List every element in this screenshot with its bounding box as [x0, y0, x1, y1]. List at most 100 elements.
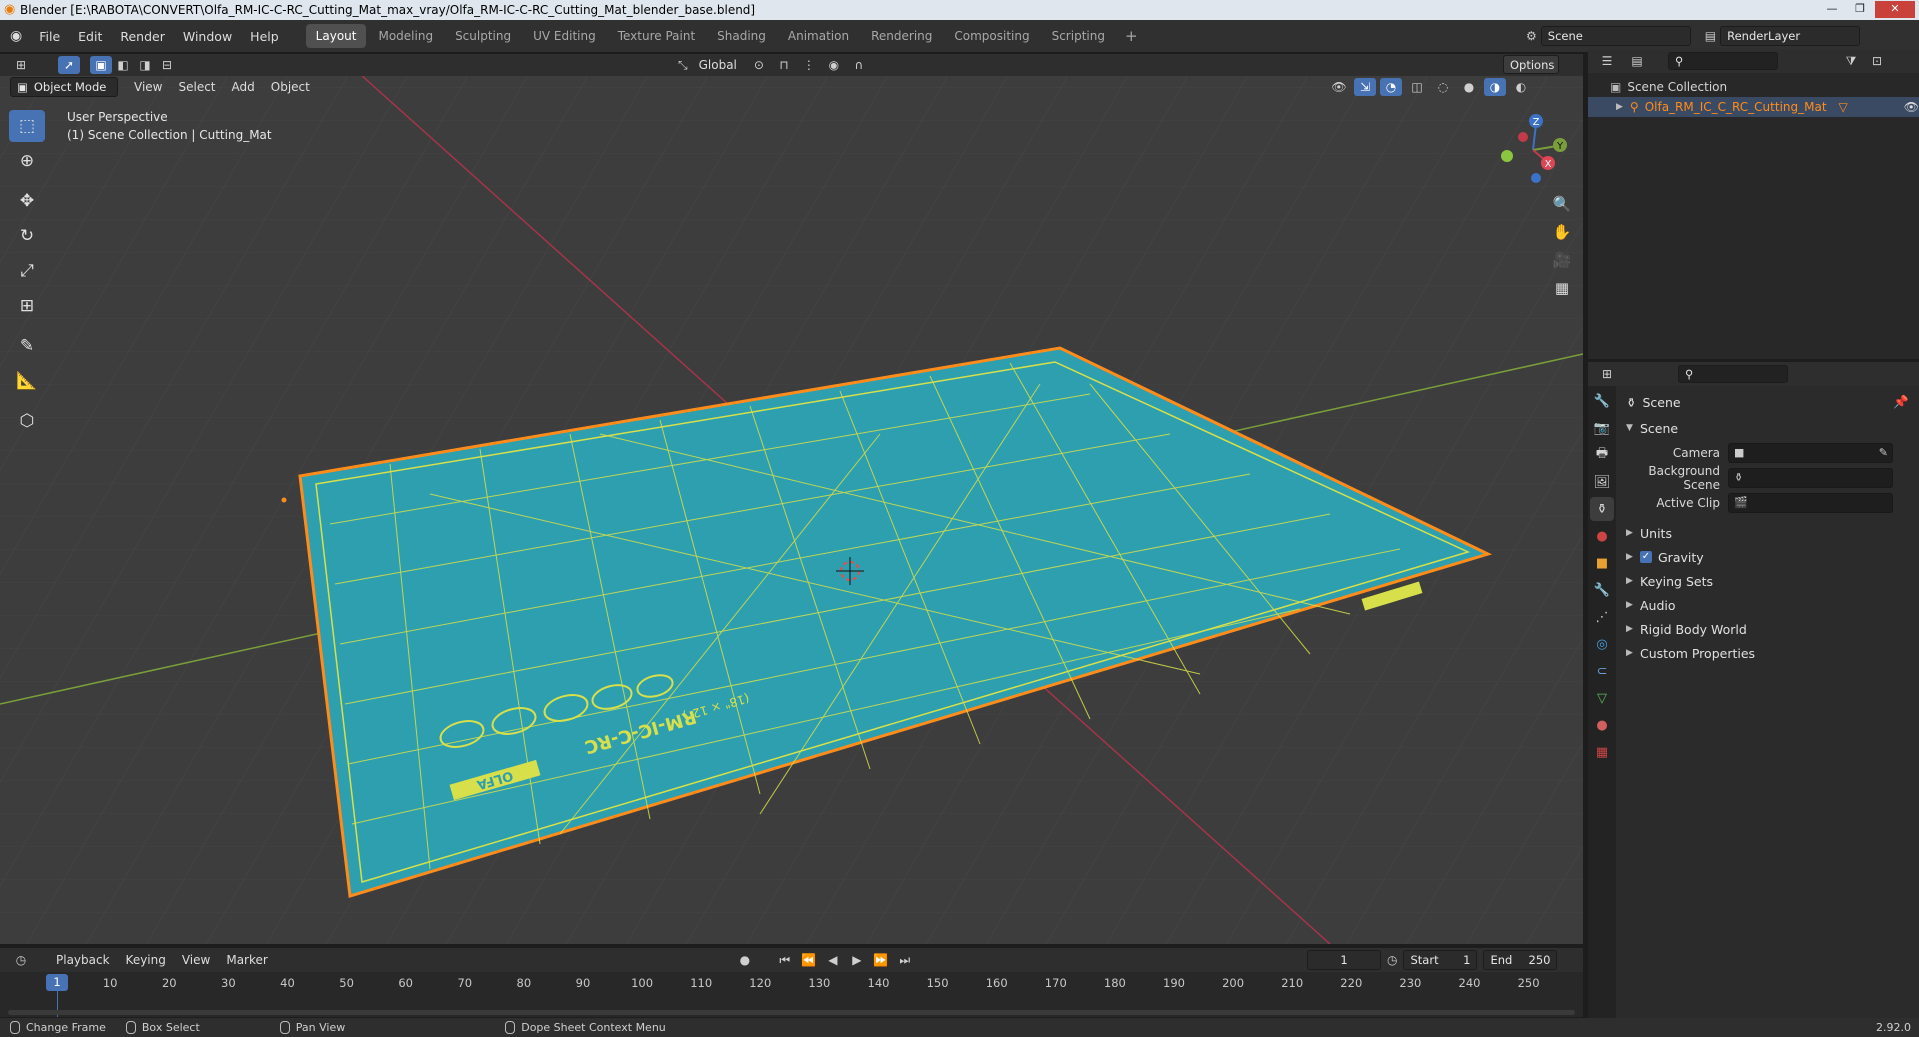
timeline-menu-view[interactable]: View — [174, 953, 218, 967]
proportional-edit-icon[interactable]: ◉ — [823, 56, 845, 74]
custom-properties-panel[interactable]: ▶ Custom Properties — [1616, 641, 1919, 665]
zoom-icon[interactable]: 🔍 — [1548, 190, 1576, 218]
editor-type-icon[interactable]: ⊞ — [10, 56, 32, 74]
outliner-row-cutting-mat[interactable]: ▶ ⚲ Olfa_RM_IC_C_RC_Cutting_Mat ▽ 👁 — [1588, 97, 1919, 117]
blender-menu-icon[interactable]: ◉ — [10, 28, 22, 44]
viewport-menu-object[interactable]: Object — [263, 80, 318, 94]
timeline-editor-icon[interactable]: ◷ — [10, 951, 32, 969]
particles-tab-icon[interactable]: ⋰ — [1590, 605, 1614, 629]
display-mode-icon[interactable]: ▤ — [1626, 52, 1648, 70]
scene-panel-header[interactable]: ▼ Scene — [1616, 416, 1919, 440]
scale-tool-icon[interactable]: ⤢ — [9, 255, 45, 287]
expand-arrow-icon[interactable]: ▶ — [1616, 102, 1630, 112]
move-tool-icon[interactable]: ✥ — [9, 185, 45, 217]
new-collection-icon[interactable]: ⊡ — [1866, 52, 1888, 70]
wireframe-shading-icon[interactable]: ◌ — [1432, 78, 1454, 96]
gravity-checkbox[interactable]: ✓ — [1640, 551, 1652, 563]
gravity-panel[interactable]: ▶ ✓ Gravity — [1616, 545, 1919, 569]
select-box-icon[interactable]: ▣ — [90, 56, 112, 74]
modifier-tab-icon[interactable]: 🔧 — [1590, 578, 1614, 602]
object-mode-dropdown[interactable]: ▣ Object Mode — [10, 77, 118, 97]
rendered-shading-icon[interactable]: ◐ — [1510, 78, 1532, 96]
add-workspace-button[interactable]: + — [1117, 25, 1146, 47]
constraints-tab-icon[interactable]: ⊂ — [1590, 659, 1614, 683]
end-frame-field[interactable]: End 250 — [1483, 950, 1558, 970]
tab-modeling[interactable]: Modeling — [368, 24, 443, 48]
audio-panel[interactable]: ▶ Audio — [1616, 593, 1919, 617]
menu-help[interactable]: Help — [241, 29, 288, 44]
eyedropper-icon[interactable]: ✎ — [1879, 446, 1888, 459]
select-subtract-icon[interactable]: ◨ — [134, 56, 156, 74]
transform-tool-icon[interactable]: ⊞ — [9, 290, 45, 322]
pin-icon[interactable]: 📌 — [1893, 394, 1909, 410]
material-tab-icon[interactable]: ● — [1590, 713, 1614, 737]
select-invert-icon[interactable]: ⊟ — [156, 56, 178, 74]
properties-editor-icon[interactable]: ⊞ — [1596, 365, 1618, 383]
tab-texture-paint[interactable]: Texture Paint — [608, 24, 705, 48]
tab-rendering[interactable]: Rendering — [861, 24, 942, 48]
camera-view-icon[interactable]: 🎥 — [1548, 246, 1576, 274]
next-keyframe-icon[interactable]: ⏩ — [870, 951, 892, 969]
falloff-icon[interactable]: ∩ — [848, 56, 870, 74]
mesh-data-icon[interactable]: ▽ — [1839, 100, 1848, 114]
menu-window[interactable]: Window — [174, 29, 241, 44]
output-tab-icon[interactable]: 🖶 — [1590, 443, 1614, 467]
options-dropdown[interactable]: Options — [1503, 55, 1559, 74]
current-frame-field[interactable]: 1 — [1307, 950, 1381, 970]
snap-target-icon[interactable]: ⋮ — [798, 56, 820, 74]
clock-icon[interactable]: ◷ — [1387, 953, 1397, 967]
timeline-menu-marker[interactable]: Marker — [218, 953, 275, 967]
viewport-menu-add[interactable]: Add — [224, 80, 263, 94]
jump-start-icon[interactable]: ⏮ — [774, 951, 796, 969]
properties-search-input[interactable]: ⚲ — [1678, 365, 1788, 383]
ortho-toggle-icon[interactable]: ▦ — [1548, 274, 1576, 302]
render-tab-icon[interactable]: 📷 — [1590, 416, 1614, 440]
timeline-scrollbar[interactable] — [8, 1010, 1575, 1015]
jump-end-icon[interactable]: ⏭ — [894, 951, 916, 969]
play-reverse-icon[interactable]: ◀ — [822, 951, 844, 969]
tab-shading[interactable]: Shading — [707, 24, 776, 48]
active-clip-field[interactable]: 🎬 — [1728, 492, 1893, 513]
record-icon[interactable]: ● — [734, 951, 756, 969]
play-icon[interactable]: ▶ — [846, 951, 868, 969]
3d-viewport[interactable]: OLFA RM-IC-C-RC (18" × 12") — [0, 54, 1583, 944]
prev-keyframe-icon[interactable]: ⏪ — [798, 951, 820, 969]
minimize-button[interactable]: — — [1819, 1, 1845, 18]
annotate-tool-icon[interactable]: ✎ — [9, 330, 45, 362]
physics-tab-icon[interactable]: ◎ — [1590, 632, 1614, 656]
pivot-point-icon[interactable]: ⊙ — [748, 56, 770, 74]
select-box-tool-icon[interactable]: ⬚ — [9, 110, 45, 142]
view-layer-tab-icon[interactable]: 🖼 — [1590, 470, 1614, 494]
visibility-eye-icon[interactable]: 👁 — [1904, 100, 1919, 114]
world-tab-icon[interactable]: ● — [1590, 524, 1614, 548]
renderlayer-selector[interactable]: RenderLayer — [1720, 26, 1861, 46]
camera-field[interactable]: ■ ✎ — [1728, 442, 1893, 463]
rigid-body-world-panel[interactable]: ▶ Rigid Body World — [1616, 617, 1919, 641]
viewport-menu-select[interactable]: Select — [170, 80, 223, 94]
scene-tab-icon[interactable]: ⚱ — [1590, 497, 1614, 521]
outliner-search-input[interactable]: ⚲ — [1668, 52, 1778, 70]
measure-tool-icon[interactable]: 📐 — [9, 365, 45, 397]
transform-orientation-dropdown[interactable]: Global — [691, 58, 745, 72]
snap-icon[interactable]: ⊓ — [773, 56, 795, 74]
navigation-gizmo[interactable]: Z Y X — [1490, 110, 1570, 190]
timeline-menu-playback[interactable]: Playback — [48, 953, 118, 967]
menu-edit[interactable]: Edit — [69, 29, 111, 44]
pan-hand-icon[interactable]: ✋ — [1548, 218, 1576, 246]
units-panel[interactable]: ▶ Units — [1616, 521, 1919, 545]
axis-gizmo[interactable]: Z Y X — [1490, 110, 1570, 190]
background-scene-field[interactable]: ⚱ — [1728, 467, 1893, 488]
cursor-tool-icon[interactable]: ⊕ — [9, 145, 45, 177]
gizmo-toggle-icon[interactable]: ⇲ — [1354, 78, 1376, 96]
material-shading-icon[interactable]: ◑ — [1484, 78, 1506, 96]
visibility-icon[interactable]: 👁 — [1328, 78, 1350, 96]
object-tab-icon[interactable]: ■ — [1590, 551, 1614, 575]
timeline-menu-keying[interactable]: Keying — [118, 953, 174, 967]
tab-uv-editing[interactable]: UV Editing — [523, 24, 606, 48]
tab-sculpting[interactable]: Sculpting — [445, 24, 521, 48]
tab-layout[interactable]: Layout — [305, 24, 367, 48]
tab-animation[interactable]: Animation — [778, 24, 859, 48]
rotate-tool-icon[interactable]: ↻ — [9, 220, 45, 252]
menu-file[interactable]: File — [30, 29, 69, 44]
data-tab-icon[interactable]: ▽ — [1590, 686, 1614, 710]
